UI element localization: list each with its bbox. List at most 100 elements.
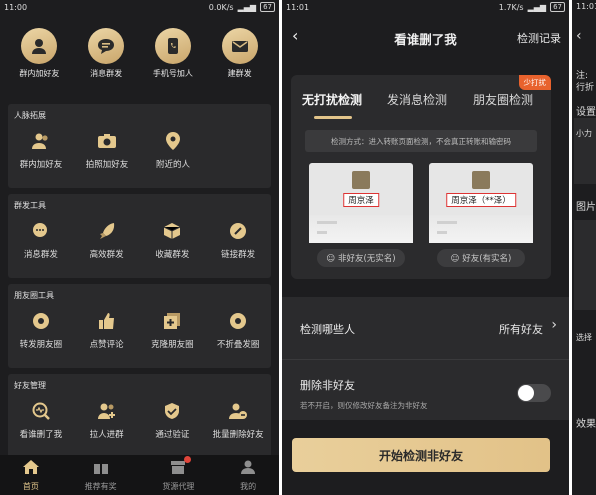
tab-message-detect[interactable]: 发消息检测 xyxy=(387,91,447,108)
status-bar: 11:01 1.7K/s ▂▄▆ 67 xyxy=(282,0,569,14)
tool-label: 拉人进群 xyxy=(89,430,124,440)
tool-label: 消息群发 xyxy=(23,250,58,260)
top-action-label: 消息群发 xyxy=(90,69,123,78)
start-detect-button[interactable]: 开始检测非好友 xyxy=(292,438,550,472)
detect-scope-value: 所有好友 xyxy=(499,323,543,336)
network-speed: 0.0K/s xyxy=(208,2,234,12)
tool-pull-into-group[interactable]: 拉人进群 xyxy=(74,400,140,440)
tool-favorite-send[interactable]: 收藏群发 xyxy=(140,220,206,260)
chevron-right-icon: › xyxy=(551,317,557,333)
detect-scope-row[interactable]: 检测哪些人 所有好友 › xyxy=(282,297,569,359)
tool-group-add[interactable]: 群内加好友 xyxy=(8,130,74,170)
tool-forward-moments[interactable]: 转发朋友圈 xyxy=(8,310,74,350)
shield-check-icon xyxy=(163,400,181,422)
phone-icon xyxy=(154,28,191,64)
bottom-tabbar: 首页 推荐有奖 货源代理 我的 xyxy=(0,455,279,495)
tool-message-send[interactable]: 消息群发 xyxy=(8,220,74,260)
tool-link-send[interactable]: 链接群发 xyxy=(205,220,271,260)
caption-non-friend: ☺ 非好友(无实名) xyxy=(317,249,405,267)
active-tab-indicator xyxy=(314,116,352,119)
tool-label: 克隆朋友圈 xyxy=(151,340,194,350)
link-icon xyxy=(229,220,247,242)
delete-nonfriend-label: 删除非好友 xyxy=(300,379,355,392)
caption-friend: ☺ 好友(有实名) xyxy=(437,249,525,267)
tab-label: 货源代理 xyxy=(162,481,195,491)
people-icon xyxy=(31,130,51,152)
tool-label: 通过验证 xyxy=(155,430,190,440)
mail-icon xyxy=(221,28,258,64)
tool-label: 批量删除好友 xyxy=(212,430,264,440)
tool-label: 看谁删了我 xyxy=(19,430,63,440)
placeholder-line xyxy=(317,231,327,234)
add-group-icon xyxy=(97,400,117,422)
thumbs-up-icon xyxy=(98,310,116,332)
section-title: 好友管理 xyxy=(14,381,46,390)
delete-nonfriend-toggle[interactable] xyxy=(517,384,551,402)
scan-heart-icon xyxy=(32,400,50,422)
tab-referral[interactable]: 推荐有奖 xyxy=(85,459,117,492)
top-action-label: 建群发 xyxy=(227,69,252,78)
nav-bar: ‹ 看谁删了我 检测记录 xyxy=(282,14,569,60)
tool-clone-moments[interactable]: 克隆朋友圈 xyxy=(140,310,206,350)
section-title: 人脉拓展 xyxy=(14,111,46,120)
top-action-mass-message[interactable]: 消息群发 xyxy=(76,28,136,88)
tool-photo-add[interactable]: 拍照加好友 xyxy=(74,130,140,170)
top-action-group-send[interactable]: 建群发 xyxy=(210,28,270,88)
signal-icon: ▂▄▆ xyxy=(527,2,547,12)
tool-label: 拍照加好友 xyxy=(85,160,129,170)
blurred-content xyxy=(429,215,533,243)
top-actions: 群内加好友 消息群发 手机号加人 建群发 xyxy=(0,14,279,88)
top-action-group-add[interactable]: 群内加好友 xyxy=(9,28,69,88)
notification-dot xyxy=(184,455,192,463)
tool-verify[interactable]: 通过验证 xyxy=(140,400,206,440)
tab-moments-detect[interactable]: 朋友圈检测 xyxy=(473,91,533,108)
tool-label: 高效群发 xyxy=(89,250,124,260)
top-action-label: 手机号加人 xyxy=(152,69,193,78)
placeholder-line xyxy=(317,221,337,224)
tool-label: 点赞评论 xyxy=(89,340,124,350)
tab-label: 我的 xyxy=(240,481,257,491)
placeholder-line xyxy=(437,231,447,234)
screen-partial: 11:01 ‹ 注: 行折 设置 小力 图片 选择 效果 xyxy=(572,0,596,495)
tab-supply[interactable]: 货源代理 xyxy=(162,455,195,492)
back-icon[interactable]: ‹ xyxy=(576,28,582,44)
aperture-icon xyxy=(229,310,247,332)
note-fragment-2: 行折 xyxy=(576,83,595,93)
rocket-icon xyxy=(97,220,117,242)
user-icon xyxy=(240,459,256,478)
tool-who-deleted-me[interactable]: 看谁删了我 xyxy=(8,400,74,440)
remove-user-icon xyxy=(228,400,248,422)
example-name: 周京泽 xyxy=(343,193,379,207)
tool-nearby[interactable]: 附近的人 xyxy=(140,130,206,170)
setting-box-text: 小力 xyxy=(576,129,592,138)
detect-method-note: 检测方式：进入转账页面检测，不会真正转账和输密码 xyxy=(305,130,537,152)
tool-batch-delete[interactable]: 批量删除好友 xyxy=(205,400,271,440)
tab-home[interactable]: 首页 xyxy=(22,459,39,492)
top-action-phone-add[interactable]: 手机号加人 xyxy=(143,28,203,88)
contacts-icon xyxy=(21,28,58,64)
chat-bubble-icon xyxy=(88,28,125,64)
aperture-icon xyxy=(32,310,50,332)
tab-silent-detect[interactable]: 无打扰检测 xyxy=(302,91,362,108)
avatar xyxy=(472,171,490,189)
detect-record-link[interactable]: 检测记录 xyxy=(517,30,561,46)
top-action-label: 群内加好友 xyxy=(19,69,60,78)
section-title: 朋友圈工具 xyxy=(14,291,54,300)
tool-fast-send[interactable]: 高效群发 xyxy=(74,220,140,260)
screen-tools: 11:00 0.0K/s ▂▄▆ 67 群内加好友 消息群发 手机号加人 建群发… xyxy=(0,0,279,495)
example-name: 周京泽（**泽） xyxy=(446,193,516,207)
gift-icon xyxy=(93,459,109,478)
camera-icon xyxy=(97,130,117,152)
tool-label: 附近的人 xyxy=(155,160,190,170)
setting-fragment: 设置 xyxy=(576,107,596,118)
tab-profile[interactable]: 我的 xyxy=(240,459,256,492)
store-icon xyxy=(170,455,192,478)
toggle-knob xyxy=(518,385,534,401)
avatar xyxy=(352,171,370,189)
status-time: 11:01 xyxy=(576,2,596,11)
tool-like-comment[interactable]: 点赞评论 xyxy=(74,310,140,350)
delete-nonfriend-row: 删除非好友 若不开启，则仅修改好友备注为非好友 xyxy=(282,360,569,420)
tool-unfold-post[interactable]: 不折叠发圈 xyxy=(205,310,271,350)
battery-icon: 67 xyxy=(260,2,275,12)
battery-icon: 67 xyxy=(550,2,565,12)
